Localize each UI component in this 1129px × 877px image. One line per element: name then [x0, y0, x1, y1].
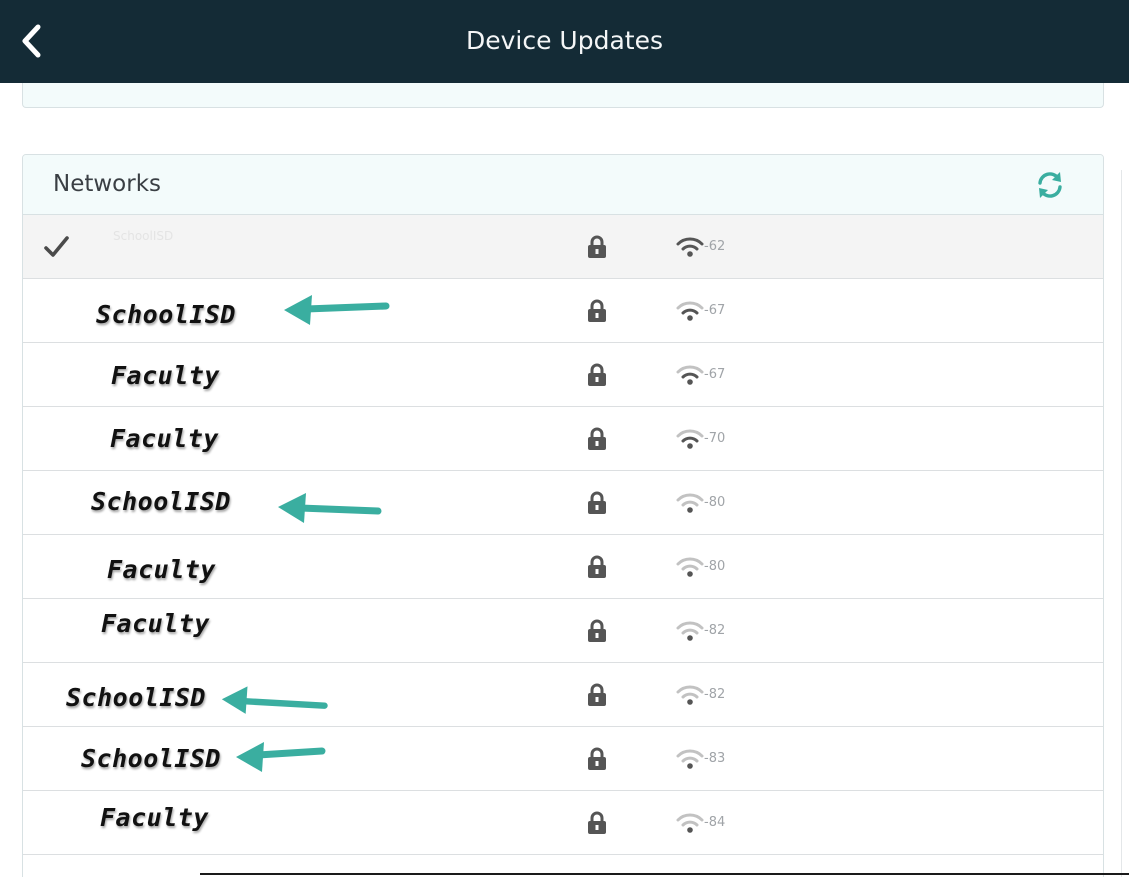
- network-signal-value: -80: [704, 495, 726, 510]
- networks-header: Networks: [23, 155, 1103, 215]
- network-signal-value: -70: [704, 431, 726, 446]
- network-signal-value: -67: [704, 303, 726, 318]
- lock-icon: [588, 619, 606, 642]
- network-signal-value: -84: [704, 815, 726, 830]
- network-ssid: Faculty: [100, 803, 209, 832]
- refresh-icon: [1038, 172, 1062, 198]
- network-row[interactable]: Faculty -70: [23, 407, 1103, 471]
- network-row[interactable]: Faculty -84: [23, 791, 1103, 855]
- wifi-signal-icon: [676, 813, 704, 833]
- network-ssid: SchoolISD: [91, 487, 231, 516]
- refresh-button[interactable]: [1035, 170, 1065, 200]
- wifi-signal-icon: [676, 301, 704, 321]
- network-signal-value: -82: [704, 623, 726, 638]
- arrow-left-icon: [278, 493, 382, 523]
- lock-icon: [588, 491, 606, 514]
- network-row[interactable]: SchoolISD -80: [23, 471, 1103, 535]
- network-signal-value: -62: [704, 239, 726, 254]
- network-row[interactable]: SchoolISD -83: [23, 727, 1103, 791]
- lock-icon: [588, 555, 606, 578]
- wifi-signal-icon: [676, 429, 704, 449]
- network-ssid: SchoolISD: [81, 744, 221, 773]
- networks-title: Networks: [53, 171, 162, 197]
- network-signal-value: -82: [704, 687, 726, 702]
- network-ssid: Faculty: [107, 555, 216, 584]
- scrollbar[interactable]: [1121, 170, 1129, 877]
- network-row[interactable]: SchoolISD -82: [23, 663, 1103, 727]
- page-title: Device Updates: [465, 26, 663, 55]
- wifi-signal-icon: [676, 685, 704, 705]
- wifi-signal-icon: [676, 493, 704, 513]
- lock-icon: [588, 363, 606, 386]
- lock-icon: [588, 811, 606, 834]
- network-ssid: SchoolISD: [66, 683, 206, 712]
- lock-icon: [588, 299, 606, 322]
- network-row-connected[interactable]: SchoolISD -62: [23, 215, 1103, 279]
- network-signal-value: -83: [704, 751, 726, 766]
- wifi-signal-icon: [676, 749, 704, 769]
- arrow-left-icon: [284, 295, 390, 325]
- wifi-signal-icon: [676, 237, 704, 257]
- network-row[interactable]: Faculty -80: [23, 535, 1103, 599]
- lock-icon: [588, 235, 606, 258]
- lock-icon: [588, 683, 606, 706]
- lock-icon: [588, 747, 606, 770]
- wifi-signal-icon: [676, 557, 704, 577]
- top-bar: Device Updates: [0, 0, 1129, 83]
- lock-icon: [588, 427, 606, 450]
- arrow-left-icon: [236, 742, 326, 772]
- checkmark-icon: [44, 236, 69, 257]
- network-signal-value: -80: [704, 559, 726, 574]
- divider: [200, 873, 1129, 875]
- network-row[interactable]: Faculty -67: [23, 343, 1103, 407]
- wifi-signal-icon: [676, 621, 704, 641]
- network-ssid: SchoolISD: [113, 229, 174, 243]
- network-ssid: Faculty: [101, 609, 210, 638]
- networks-panel: Networks SchoolISD -62 SchoolISD -67 Fac…: [22, 154, 1104, 877]
- network-ssid: Faculty: [111, 361, 220, 390]
- previous-panel: [22, 83, 1104, 108]
- network-ssid: SchoolISD: [96, 300, 236, 329]
- wifi-signal-icon: [676, 365, 704, 385]
- network-signal-value: -67: [704, 367, 726, 382]
- network-row[interactable]: Faculty -82: [23, 599, 1103, 663]
- network-ssid: Faculty: [110, 424, 219, 453]
- arrow-left-icon: [221, 686, 328, 714]
- network-row[interactable]: SchoolISD -67: [23, 279, 1103, 343]
